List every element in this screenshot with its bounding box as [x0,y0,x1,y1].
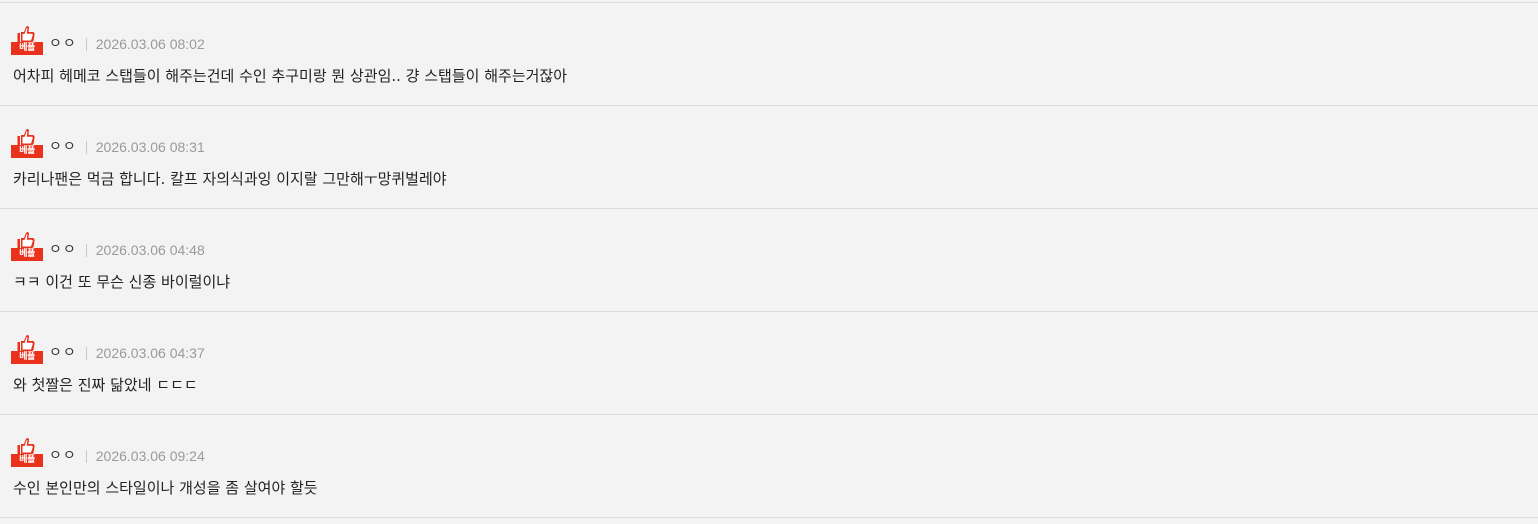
comment-item: 베플 ㅇㅇ 2026.03.06 08:02 어차피 헤메코 스탭들이 해주는건… [0,3,1538,106]
badge-label: 베플 [19,455,35,465]
badge-label: 베플 [19,43,35,53]
comment-date: 2026.03.06 04:37 [95,345,205,361]
meta-divider [85,141,87,154]
comment-text: 와 첫짤은 진짜 닮았네 ㄷㄷㄷ [13,376,198,394]
comment-meta: 베플 ㅇㅇ 2026.03.06 04:37 [11,334,205,364]
comment-date: 2026.03.06 08:02 [95,36,205,52]
meta-divider [85,244,87,257]
comment-text: ㅋㅋ 이건 또 무슨 신종 바이럴이냐 [13,273,231,291]
comment-date: 2026.03.06 04:48 [95,242,205,258]
comment-date: 2026.03.06 08:31 [95,139,205,155]
nickname[interactable]: ㅇㅇ [49,241,77,261]
best-comment-list: 베플 ㅇㅇ 2026.03.06 08:02 어차피 헤메코 스탭들이 해주는건… [0,2,1538,524]
badge-label: 베플 [19,249,35,259]
comment-meta: 베플 ㅇㅇ 2026.03.06 08:02 [11,25,205,55]
comment-item: 베플 ㅇㅇ 2026.03.06 04:48 ㅋㅋ 이건 또 무슨 신종 바이럴… [0,209,1538,312]
comment-date: 2026.03.06 09:24 [95,448,205,464]
comment-meta: 베플 ㅇㅇ 2026.03.06 08:31 [11,128,205,158]
comment-text: 수인 본인만의 스타일이나 개성을 좀 살여야 할듯 [13,479,318,497]
comment-meta: 베플 ㅇㅇ 2026.03.06 04:48 [11,231,205,261]
comment-item: 베플 ㅇㅇ 2026.03.06 08:31 카리나팬은 먹금 합니다. 칼프 … [0,106,1538,209]
comment-text: 카리나팬은 먹금 합니다. 칼프 자의식과잉 이지랄 그만해ㅜ망퀴벌레야 [13,170,447,188]
best-reply-badge: 베플 [11,334,43,364]
best-reply-badge: 베플 [11,231,43,261]
nickname[interactable]: ㅇㅇ [49,35,77,55]
best-reply-badge: 베플 [11,25,43,55]
comment-item: 베플 ㅇㅇ 2026.03.06 09:24 수인 본인만의 스타일이나 개성을… [0,415,1538,518]
best-reply-badge: 베플 [11,437,43,467]
meta-divider [85,347,87,360]
badge-label: 베플 [19,146,35,156]
meta-divider [85,450,87,463]
nickname[interactable]: ㅇㅇ [49,344,77,364]
nickname[interactable]: ㅇㅇ [49,447,77,467]
comment-meta: 베플 ㅇㅇ 2026.03.06 09:24 [11,437,205,467]
comment-text: 어차피 헤메코 스탭들이 해주는건데 수인 추구미랑 뭔 상관임.. 걍 스탭들… [13,67,568,85]
nickname[interactable]: ㅇㅇ [49,138,77,158]
badge-label: 베플 [19,352,35,362]
comment-item: 베플 ㅇㅇ 2026.03.06 04:37 와 첫짤은 진짜 닮았네 ㄷㄷㄷ [0,312,1538,415]
best-reply-badge: 베플 [11,128,43,158]
meta-divider [85,38,87,51]
